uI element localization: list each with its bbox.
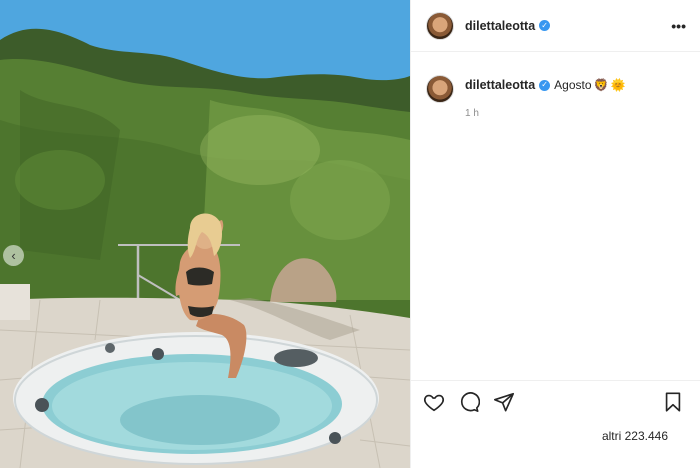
- verified-badge-icon: ✓: [539, 79, 551, 91]
- avatar[interactable]: [426, 11, 454, 40]
- post-details-panel: dilettaleotta ✓ ••• dilettaleotta ✓ Agos…: [410, 0, 700, 468]
- comment-icon[interactable]: [458, 391, 482, 415]
- author-username[interactable]: dilettaleotta: [465, 19, 535, 33]
- caption-text: Agosto: [554, 78, 592, 92]
- paper-plane-icon[interactable]: [493, 391, 517, 415]
- caption: dilettaleotta ✓ Agosto 🦁 🌞 1 h: [411, 52, 700, 119]
- photo-illustration: [0, 0, 410, 468]
- caption-avatar[interactable]: [426, 75, 454, 103]
- heart-icon[interactable]: [423, 391, 447, 415]
- actions-bar: altri 223.446: [411, 380, 700, 468]
- chevron-left-icon[interactable]: ‹: [3, 245, 24, 266]
- post-header: dilettaleotta ✓ •••: [411, 0, 700, 52]
- lion-emoji: 🦁: [593, 78, 609, 92]
- bookmark-icon[interactable]: [662, 391, 686, 415]
- verified-badge-icon: ✓: [539, 20, 551, 31]
- more-options-icon[interactable]: •••: [671, 18, 686, 34]
- sun-emoji: 🌞: [610, 78, 626, 92]
- likes-count[interactable]: altri 223.446: [423, 429, 686, 443]
- post-time[interactable]: 1 h: [465, 108, 625, 119]
- caption-username[interactable]: dilettaleotta: [465, 78, 535, 92]
- post-photo[interactable]: ‹: [0, 0, 410, 468]
